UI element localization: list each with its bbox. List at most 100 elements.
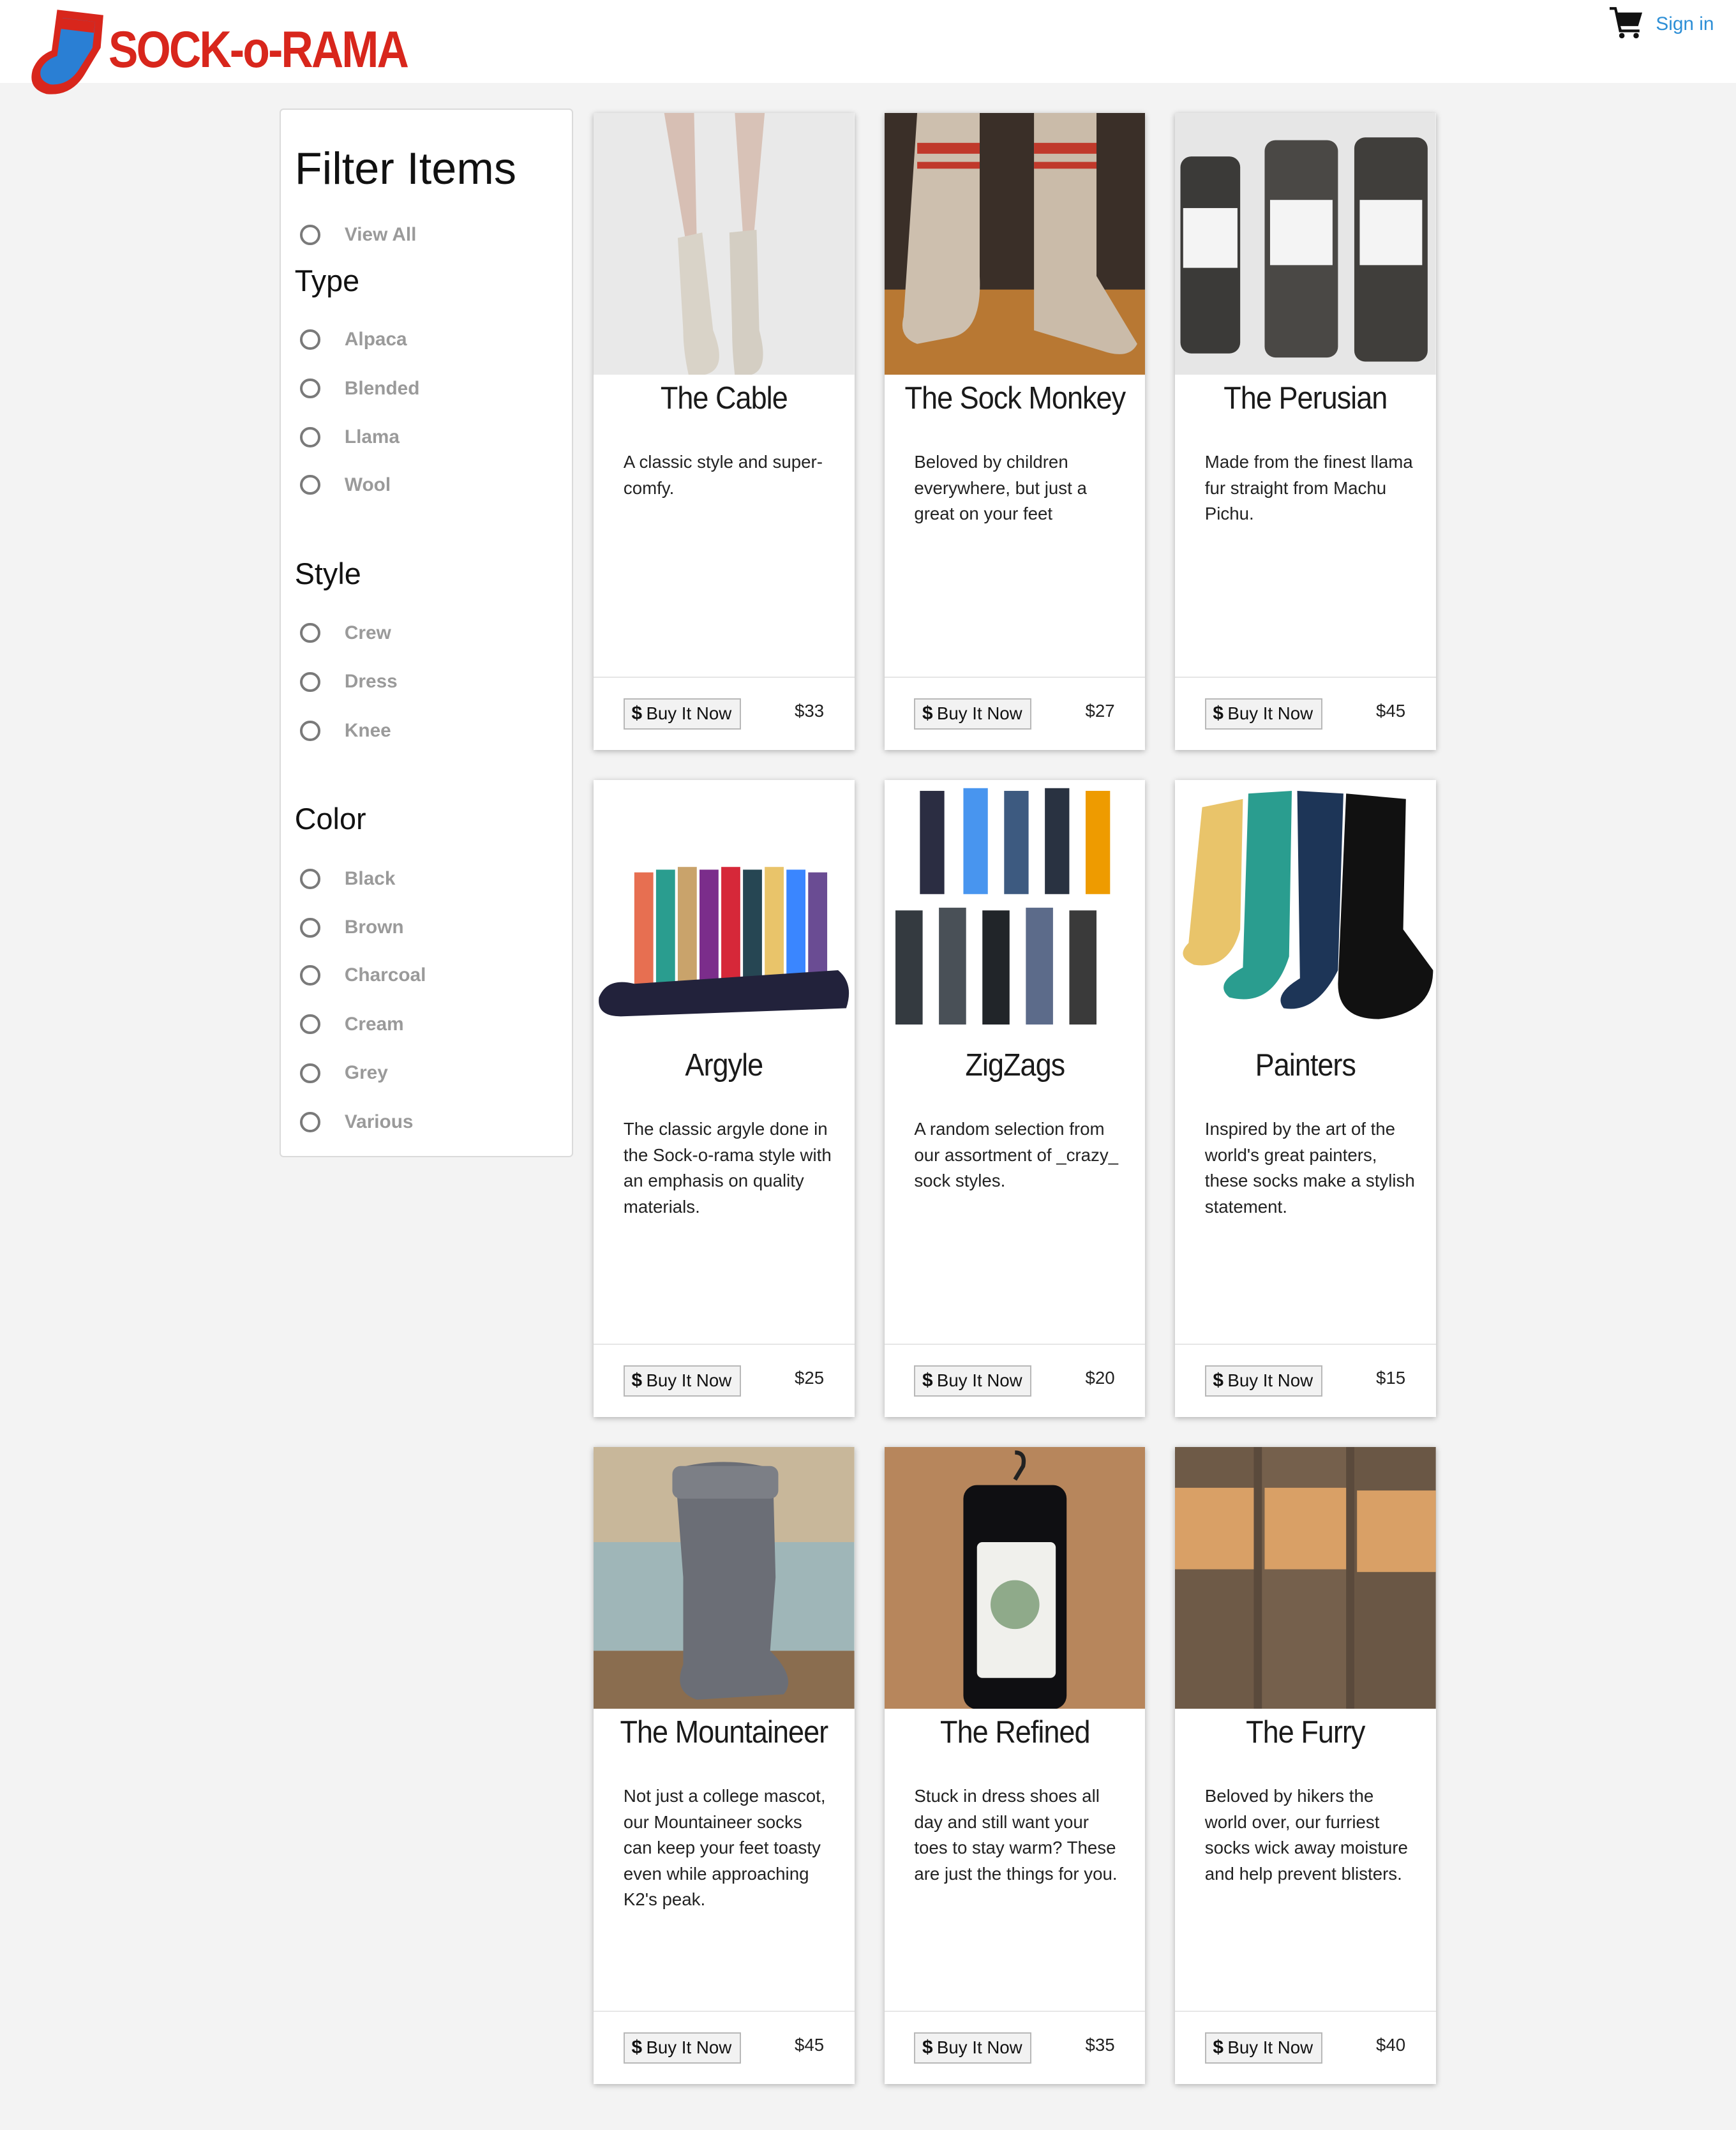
radio-icon[interactable] — [300, 965, 320, 986]
product-image[interactable] — [594, 779, 855, 1042]
product-title: The Perusian — [1223, 380, 1388, 416]
radio-icon[interactable] — [300, 622, 320, 643]
filter-option-label: Llama — [344, 426, 400, 448]
brand-logo[interactable]: SOCK-o-RAMA — [30, 7, 437, 96]
buy-now-button[interactable]: $ Buy It Now — [914, 698, 1032, 730]
filter-option-dress[interactable]: Dress — [300, 668, 398, 696]
radio-icon[interactable] — [300, 869, 320, 889]
product-image[interactable] — [884, 779, 1146, 1042]
buy-now-button[interactable]: $ Buy It Now — [914, 2032, 1032, 2064]
radio-icon[interactable] — [300, 917, 320, 938]
product-title: The Refined — [939, 1714, 1090, 1750]
product-description: A random selection from our assortment o… — [914, 1119, 1119, 1191]
filter-option-view-all[interactable]: View All — [300, 221, 416, 249]
product-image[interactable] — [594, 1446, 855, 1709]
product-description: Made from the finest llama fur straight … — [1204, 452, 1413, 524]
divider — [884, 676, 1146, 678]
product-image[interactable] — [594, 112, 855, 375]
filter-option-crew[interactable]: Crew — [300, 619, 391, 647]
product-price: $15 — [1375, 1368, 1406, 1388]
product-image[interactable] — [1174, 1446, 1436, 1709]
buy-now-label: Buy It Now — [936, 1370, 1022, 1391]
radio-icon[interactable] — [300, 427, 320, 447]
product-description: Inspired by the art of the world's great… — [1204, 1119, 1415, 1217]
dollar-icon: $ — [631, 1370, 643, 1391]
filter-option-various[interactable]: Various — [300, 1109, 414, 1136]
divider — [594, 1343, 855, 1345]
product-price: $45 — [1375, 701, 1406, 721]
sock-logo-icon — [31, 9, 103, 94]
product-description: Not just a college mascot, our Mountaine… — [623, 1786, 826, 1910]
product-card-the-furry: The Furry Beloved by hikers the world ov… — [1174, 1446, 1436, 2084]
filter-option-charcoal[interactable]: Charcoal — [300, 962, 426, 989]
product-title: The Sock Monkey — [904, 380, 1126, 416]
divider — [1174, 676, 1436, 678]
sign-in-link[interactable]: Sign in — [1656, 13, 1714, 35]
filter-option-label: Brown — [344, 917, 404, 938]
radio-icon[interactable] — [300, 721, 320, 741]
product-card-painters: Painters Inspired by the art of the worl… — [1174, 779, 1436, 1417]
filter-option-label: Blended — [344, 377, 420, 399]
filter-option-label: Grey — [344, 1062, 388, 1084]
filter-panel: Filter Items View All Type Alpaca Blende… — [280, 109, 574, 1158]
radio-icon[interactable] — [300, 1063, 320, 1083]
product-price: $33 — [795, 701, 825, 721]
product-card-the-cable: The Cable A classic style and super-comf… — [594, 112, 855, 750]
dollar-icon: $ — [922, 703, 933, 724]
product-image[interactable] — [884, 112, 1146, 375]
product-title: Argyle — [685, 1047, 763, 1083]
buy-now-button[interactable]: $ Buy It Now — [623, 2032, 741, 2064]
shopping-cart-icon[interactable] — [1610, 6, 1645, 38]
filter-option-brown[interactable]: Brown — [300, 914, 404, 941]
radio-icon[interactable] — [300, 378, 320, 399]
buy-now-button[interactable]: $ Buy It Now — [1204, 2032, 1322, 2064]
radio-icon[interactable] — [300, 671, 320, 692]
buy-now-button[interactable]: $ Buy It Now — [623, 698, 741, 730]
buy-now-button[interactable]: $ Buy It Now — [1204, 698, 1322, 730]
product-price: $40 — [1375, 2035, 1406, 2055]
brand-name: SOCK-o-RAMA — [108, 20, 409, 79]
product-image[interactable] — [1174, 112, 1436, 375]
buy-now-button[interactable]: $ Buy It Now — [1204, 1365, 1322, 1397]
filter-option-grey[interactable]: Grey — [300, 1060, 388, 1087]
divider — [594, 676, 855, 678]
dollar-icon: $ — [1213, 2037, 1223, 2059]
radio-icon[interactable] — [300, 329, 320, 350]
product-price: $20 — [1085, 1368, 1115, 1388]
filter-option-wool[interactable]: Wool — [300, 471, 391, 499]
product-card-the-mountaineer: The Mountaineer Not just a college masco… — [594, 1446, 855, 2084]
product-title: Painters — [1255, 1047, 1356, 1083]
filter-option-black[interactable]: Black — [300, 866, 395, 893]
divider — [1174, 1343, 1436, 1345]
divider — [1174, 2010, 1436, 2012]
product-price: $27 — [1085, 701, 1115, 721]
radio-icon[interactable] — [300, 1014, 320, 1035]
buy-now-label: Buy It Now — [936, 2037, 1022, 2058]
buy-now-label: Buy It Now — [646, 1370, 732, 1391]
dollar-icon: $ — [1213, 703, 1223, 724]
filter-option-blended[interactable]: Blended — [300, 375, 419, 402]
dollar-icon: $ — [922, 1370, 933, 1391]
filter-option-llama[interactable]: Llama — [300, 424, 400, 451]
product-title: The Cable — [660, 380, 788, 416]
filter-option-knee[interactable]: Knee — [300, 717, 391, 745]
buy-now-button[interactable]: $ Buy It Now — [914, 1365, 1032, 1397]
filter-option-label: Knee — [344, 719, 391, 741]
product-image[interactable] — [1174, 779, 1436, 1042]
product-price: $25 — [795, 1368, 825, 1388]
filter-option-label: Charcoal — [344, 964, 426, 986]
buy-now-button[interactable]: $ Buy It Now — [623, 1365, 741, 1397]
product-description: Beloved by hikers the world over, our fu… — [1204, 1786, 1408, 1884]
radio-icon[interactable] — [300, 474, 320, 495]
filter-option-cream[interactable]: Cream — [300, 1010, 404, 1038]
product-image[interactable] — [884, 1446, 1146, 1709]
product-title: The Furry — [1246, 1714, 1365, 1750]
radio-icon[interactable] — [300, 225, 320, 245]
filter-option-label: Cream — [344, 1013, 404, 1035]
product-card-the-sock-monkey: The Sock Monkey Beloved by children ever… — [884, 112, 1146, 750]
product-card-argyle: Argyle The classic argyle done in the So… — [594, 779, 855, 1417]
radio-icon[interactable] — [300, 1112, 320, 1132]
filter-option-alpaca[interactable]: Alpaca — [300, 326, 407, 354]
filter-option-label: Wool — [344, 474, 391, 495]
product-title: ZigZags — [964, 1047, 1065, 1083]
